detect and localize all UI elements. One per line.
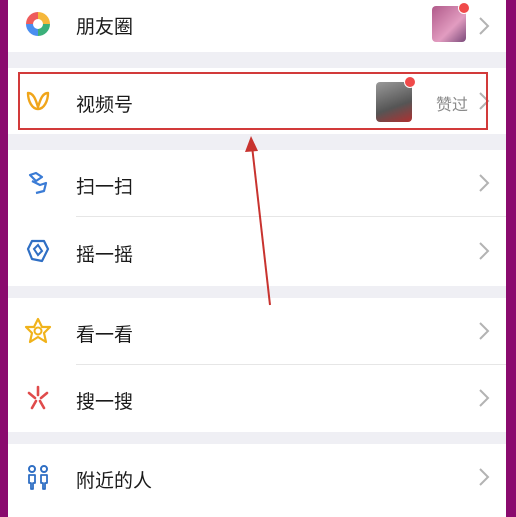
search-icon bbox=[27, 385, 49, 410]
menu-item-nearby[interactable]: 附近的人 bbox=[8, 444, 506, 510]
menu-item-scan[interactable]: 扫一扫 bbox=[8, 150, 506, 216]
channels-highlight-box bbox=[18, 72, 488, 130]
menu-item-moments[interactable]: 朋友圈 bbox=[8, 0, 506, 52]
group-top-stories-search: 看一看 搜一搜 bbox=[8, 298, 506, 432]
chevron-right-icon bbox=[479, 389, 490, 407]
menu-label-scan: 扫一扫 bbox=[76, 176, 134, 198]
group-nearby: 附近的人 bbox=[8, 444, 506, 517]
chevron-right-icon bbox=[479, 17, 490, 35]
shake-icon bbox=[26, 239, 50, 263]
chevron-right-icon bbox=[479, 322, 490, 340]
group-scan-shake: 扫一扫 摇一摇 bbox=[8, 150, 506, 286]
menu-label-moments: 朋友圈 bbox=[76, 16, 134, 38]
chevron-right-icon bbox=[479, 242, 490, 260]
chevron-right-icon bbox=[479, 174, 490, 192]
nearby-people-icon bbox=[28, 465, 48, 490]
discover-list: 朋友圈 视频号 赞过 扫一扫 摇一摇 看一看 搜一搜 附近的人 bbox=[8, 0, 506, 517]
menu-item-top-stories[interactable]: 看一看 bbox=[8, 298, 506, 364]
top-stories-icon bbox=[24, 317, 52, 344]
menu-item-shake[interactable]: 摇一摇 bbox=[8, 217, 506, 285]
group-moments: 朋友圈 bbox=[8, 0, 506, 52]
chevron-right-icon bbox=[479, 468, 490, 486]
menu-item-search[interactable]: 搜一搜 bbox=[8, 365, 506, 432]
menu-label-shake: 摇一摇 bbox=[76, 244, 134, 266]
menu-label-search: 搜一搜 bbox=[76, 391, 134, 413]
moments-icon bbox=[26, 12, 50, 36]
scan-icon bbox=[28, 171, 48, 195]
menu-label-top-stories: 看一看 bbox=[76, 324, 134, 346]
menu-label-nearby: 附近的人 bbox=[76, 470, 153, 492]
moments-badge bbox=[458, 2, 470, 14]
